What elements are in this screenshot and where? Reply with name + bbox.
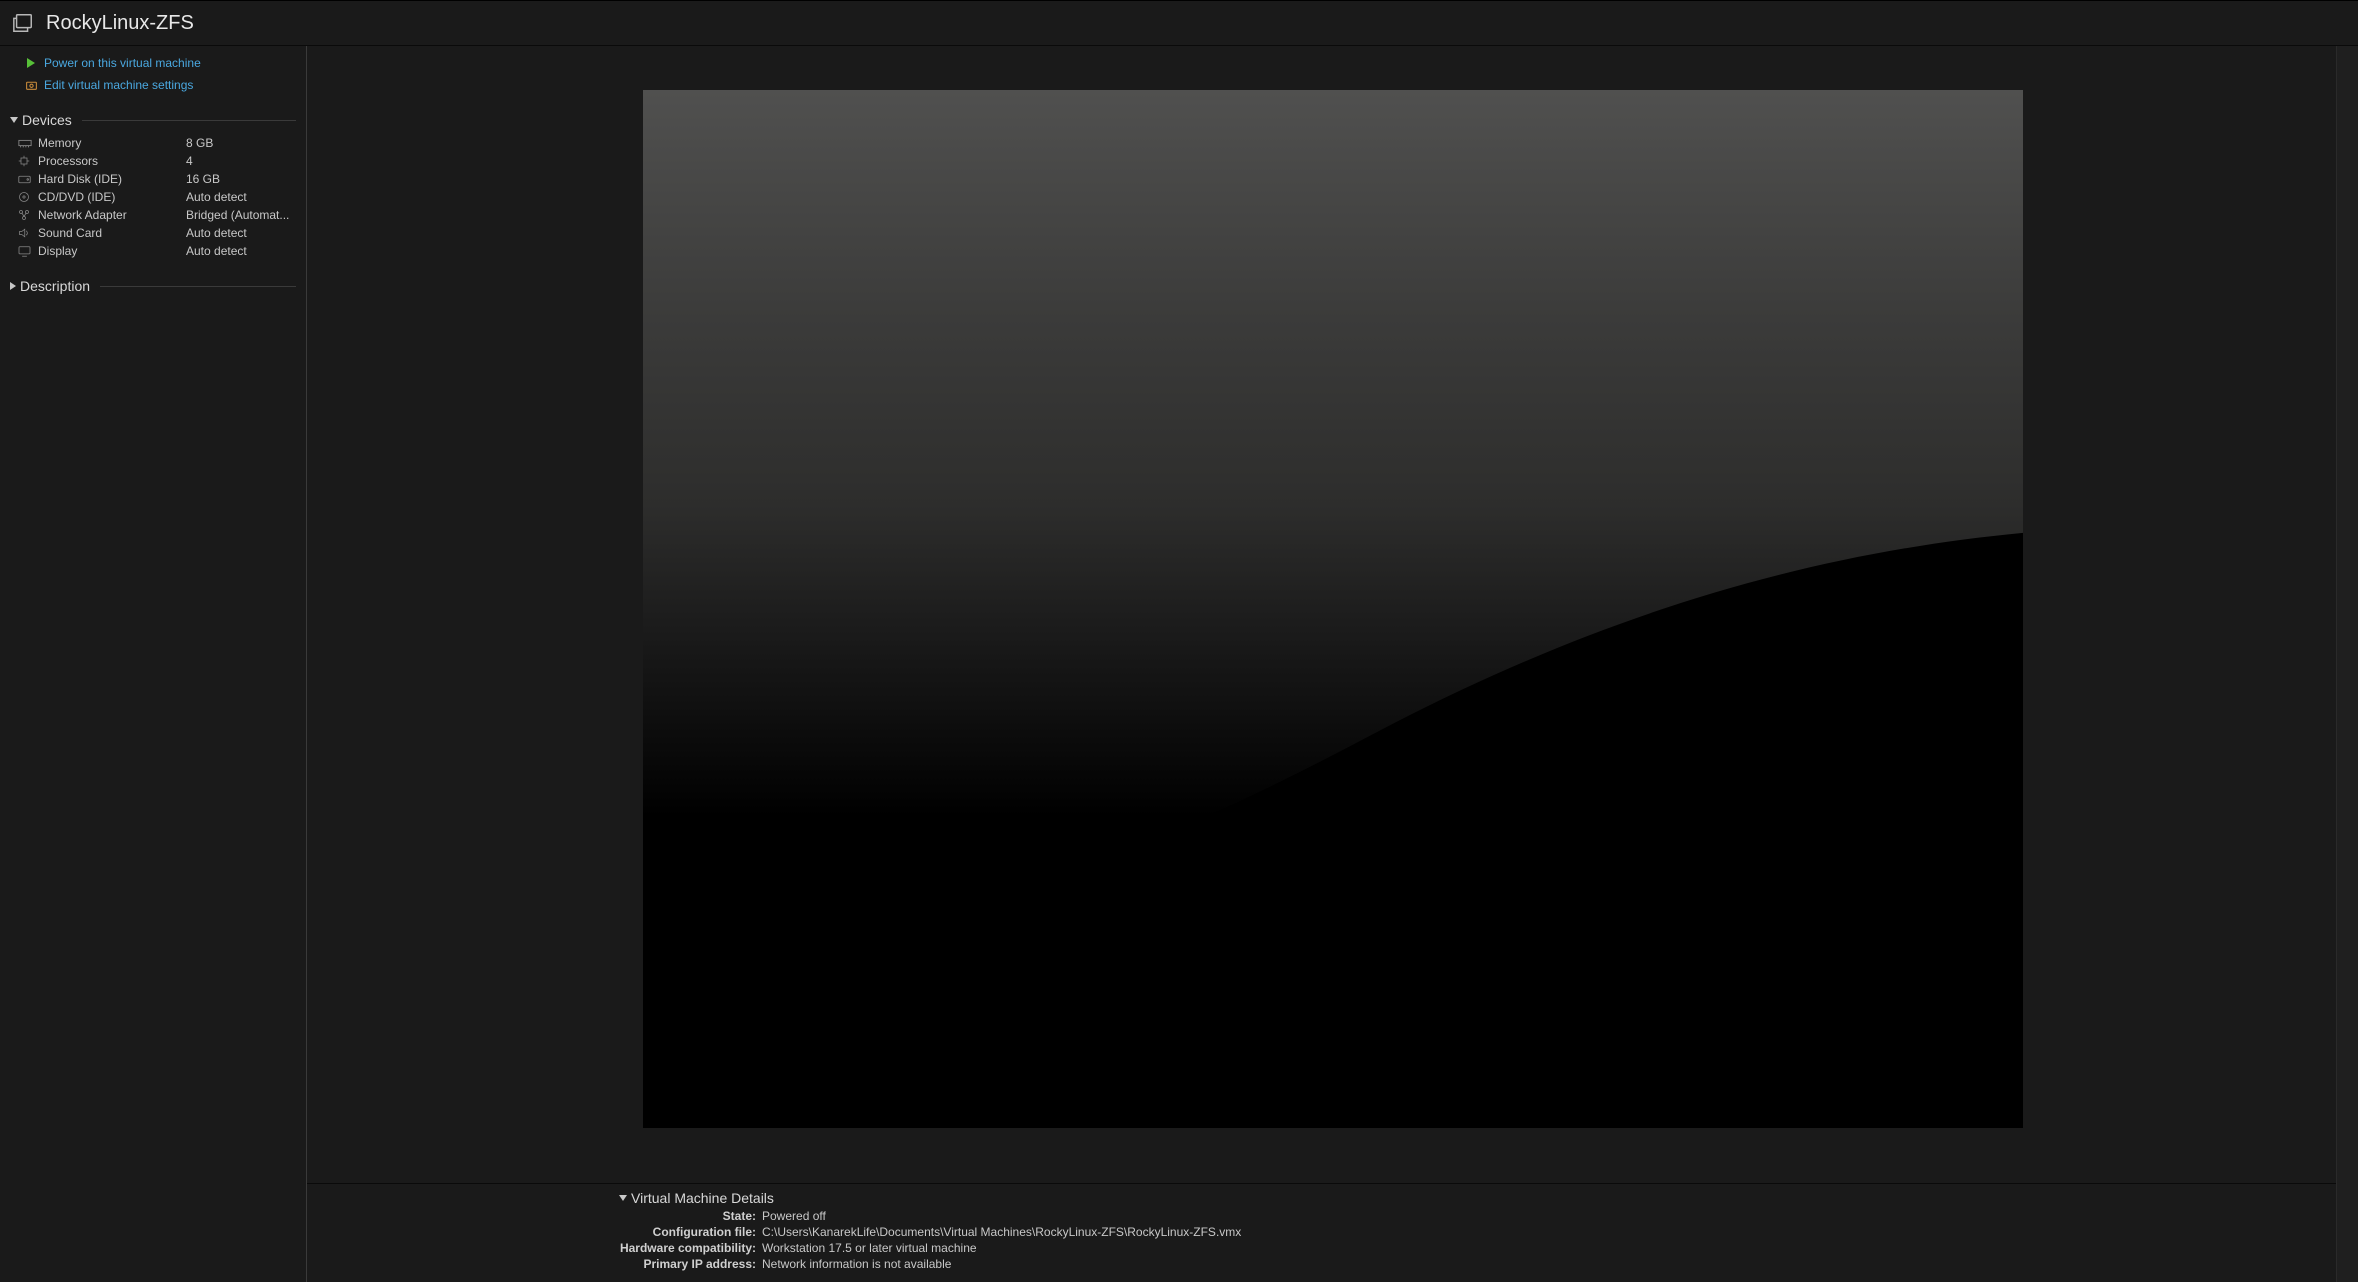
detail-row-config: Configuration file: C:\Users\KanarekLife… xyxy=(307,1224,2358,1240)
device-value: Bridged (Automat... xyxy=(186,208,296,222)
vm-details-grid: State: Powered off Configuration file: C… xyxy=(307,1206,2358,1272)
device-name: CD/DVD (IDE) xyxy=(38,190,186,204)
detail-label: Primary IP address: xyxy=(307,1256,762,1272)
sound-icon xyxy=(18,227,34,239)
play-icon xyxy=(24,56,38,70)
device-value: Auto detect xyxy=(186,244,296,258)
detail-row-hw: Hardware compatibility: Workstation 17.5… xyxy=(307,1240,2358,1256)
vm-window-icon xyxy=(12,12,34,34)
detail-value: Workstation 17.5 or later virtual machin… xyxy=(762,1240,977,1256)
divider xyxy=(82,120,296,121)
chevron-down-icon xyxy=(10,117,18,123)
gear-icon xyxy=(24,78,38,92)
device-value: Auto detect xyxy=(186,190,296,204)
optical-icon xyxy=(18,191,34,203)
network-icon xyxy=(18,209,34,221)
edit-settings-label: Edit virtual machine settings xyxy=(44,78,193,92)
device-row-harddisk[interactable]: Hard Disk (IDE) 16 GB xyxy=(10,170,296,188)
detail-row-state: State: Powered off xyxy=(307,1208,2358,1224)
device-row-display[interactable]: Display Auto detect xyxy=(10,242,296,260)
device-value: 8 GB xyxy=(186,136,296,150)
titlebar: RockyLinux-ZFS xyxy=(0,0,2358,46)
disk-icon xyxy=(18,174,34,185)
chevron-right-icon xyxy=(10,282,16,290)
device-name: Network Adapter xyxy=(38,208,186,222)
devices-section-header[interactable]: Devices xyxy=(10,112,296,128)
description-section-label: Description xyxy=(20,278,90,294)
power-on-link[interactable]: Power on this virtual machine xyxy=(10,54,296,72)
device-name: Display xyxy=(38,244,186,258)
sidebar: Power on this virtual machine Edit virtu… xyxy=(0,46,307,1282)
power-on-label: Power on this virtual machine xyxy=(44,56,201,70)
device-name: Processors xyxy=(38,154,186,168)
detail-value: Network information is not available xyxy=(762,1256,951,1272)
cpu-icon xyxy=(18,155,34,167)
device-row-memory[interactable]: Memory 8 GB xyxy=(10,134,296,152)
device-value: 4 xyxy=(186,154,296,168)
edit-settings-link[interactable]: Edit virtual machine settings xyxy=(10,76,296,94)
device-name: Hard Disk (IDE) xyxy=(38,172,186,186)
display-icon xyxy=(18,246,34,257)
devices-section-label: Devices xyxy=(22,112,72,128)
detail-row-ip: Primary IP address: Network information … xyxy=(307,1256,2358,1272)
description-section-header[interactable]: Description xyxy=(10,278,296,294)
detail-value: C:\Users\KanarekLife\Documents\Virtual M… xyxy=(762,1224,1241,1240)
device-row-cddvd[interactable]: CD/DVD (IDE) Auto detect xyxy=(10,188,296,206)
main-area: Virtual Machine Details State: Powered o… xyxy=(307,46,2358,1282)
vertical-scrollbar[interactable] xyxy=(2336,46,2358,1282)
detail-label: State: xyxy=(307,1208,762,1224)
device-name: Memory xyxy=(38,136,186,150)
chevron-down-icon xyxy=(619,1195,627,1201)
vm-title: RockyLinux-ZFS xyxy=(46,12,194,35)
device-row-processors[interactable]: Processors 4 xyxy=(10,152,296,170)
device-value: 16 GB xyxy=(186,172,296,186)
vm-screen-preview[interactable] xyxy=(643,90,2023,1128)
divider xyxy=(100,286,296,287)
vm-preview-area xyxy=(307,46,2358,1183)
devices-list: Memory 8 GB Processors 4 Hard Disk (IDE)… xyxy=(10,134,296,260)
vm-details-header[interactable]: Virtual Machine Details xyxy=(307,1190,2358,1206)
vm-details-label: Virtual Machine Details xyxy=(631,1190,774,1206)
device-value: Auto detect xyxy=(186,226,296,240)
vm-details-panel: Virtual Machine Details State: Powered o… xyxy=(307,1183,2358,1282)
detail-label: Configuration file: xyxy=(307,1224,762,1240)
memory-icon xyxy=(18,138,34,148)
detail-value: Powered off xyxy=(762,1208,826,1224)
device-row-network[interactable]: Network Adapter Bridged (Automat... xyxy=(10,206,296,224)
device-row-sound[interactable]: Sound Card Auto detect xyxy=(10,224,296,242)
detail-label: Hardware compatibility: xyxy=(307,1240,762,1256)
device-name: Sound Card xyxy=(38,226,186,240)
